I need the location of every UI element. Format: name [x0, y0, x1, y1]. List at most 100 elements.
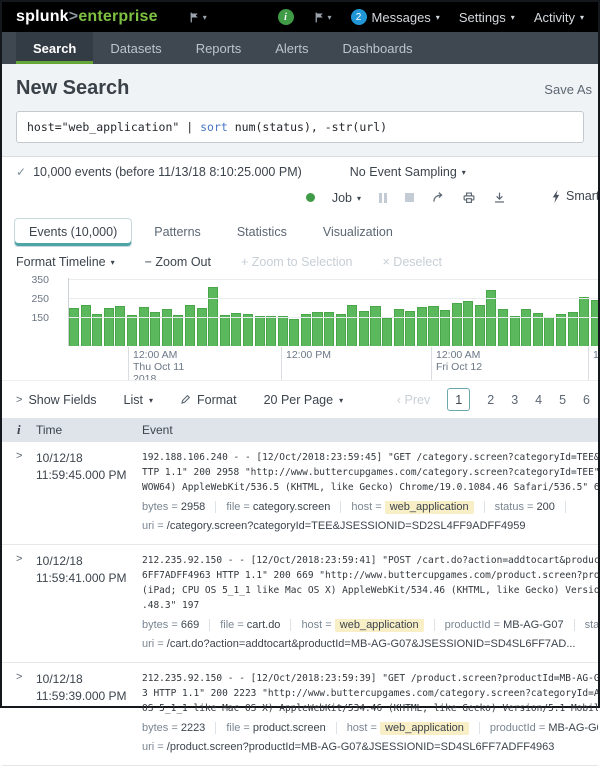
- timeline-bar[interactable]: [92, 314, 102, 346]
- format-menu[interactable]: Format: [180, 393, 237, 407]
- timeline-bar[interactable]: [544, 317, 554, 346]
- settings-menu[interactable]: Settings ▾: [459, 10, 515, 25]
- event-raw-text[interactable]: 212.235.92.150 - - [12/Oct/2018:23:59:41…: [142, 553, 598, 568]
- smart-mode-menu[interactable]: Smart Mode▾: [551, 189, 598, 203]
- timeline-bar[interactable]: [266, 316, 276, 346]
- timeline-bar[interactable]: [394, 309, 404, 346]
- timeline-bar[interactable]: [139, 307, 149, 346]
- event-raw-text[interactable]: (iPad; CPU OS 5_1_1 like Mac OS X) Apple…: [142, 583, 598, 598]
- field-value-productId[interactable]: MB-AG-G07: [503, 619, 564, 631]
- field-file[interactable]: file = product.screen: [226, 722, 336, 734]
- timeline-bar[interactable]: [452, 303, 462, 346]
- page-button-6[interactable]: 6: [583, 393, 590, 407]
- timeline-bar[interactable]: [533, 313, 543, 346]
- pennant-icon[interactable]: ▾: [188, 11, 207, 24]
- timeline-bar[interactable]: [104, 308, 114, 346]
- timeline-bar[interactable]: [81, 305, 91, 346]
- field-value-bytes[interactable]: 2958: [181, 501, 205, 513]
- field-host[interactable]: host = web_application: [351, 501, 484, 513]
- timeline-bar[interactable]: [220, 315, 230, 346]
- timeline-bar[interactable]: [347, 305, 357, 346]
- timeline-bar[interactable]: [591, 300, 598, 346]
- event-raw-text[interactable]: WOW64) AppleWebKit/536.5 (KHTML, like Ge…: [142, 480, 598, 495]
- timeline-bar[interactable]: [243, 314, 253, 346]
- event-raw-text[interactable]: OS 5_1_1 like Mac OS X) AppleWebKit/534.…: [142, 701, 598, 716]
- field-value-status[interactable]: 200: [536, 501, 554, 513]
- result-tab-patterns[interactable]: Patterns: [140, 219, 215, 246]
- page-button-1[interactable]: 1: [447, 388, 470, 411]
- field-host[interactable]: host = web_application: [301, 619, 434, 631]
- timeline-bar[interactable]: [255, 316, 265, 346]
- zoom-out-button[interactable]: − Zoom Out: [145, 255, 211, 269]
- activity-menu[interactable]: Activity ▾: [534, 10, 584, 25]
- field-value-uri[interactable]: /cart.do?action=addtocart&productId=MB-A…: [167, 638, 576, 650]
- field-bytes[interactable]: bytes = 2958: [142, 501, 216, 513]
- field-value-bytes[interactable]: 2223: [181, 722, 205, 734]
- expand-chevron-icon[interactable]: >: [16, 671, 22, 683]
- field-file[interactable]: file = cart.do: [220, 619, 291, 631]
- timeline-bar[interactable]: [556, 314, 566, 346]
- format-timeline-menu[interactable]: Format Timeline▾: [16, 255, 115, 269]
- event-raw-text[interactable]: 3 HTTP 1.1" 200 2223 "http://www.butterc…: [142, 686, 598, 701]
- app-nav-item-datasets[interactable]: Datasets: [93, 32, 178, 64]
- expand-chevron-icon[interactable]: >: [16, 553, 22, 565]
- field-value-productId[interactable]: MB-AG-G07: [548, 722, 598, 734]
- app-nav-item-reports[interactable]: Reports: [179, 32, 259, 64]
- field-bytes[interactable]: bytes = 669: [142, 619, 210, 631]
- field-productId[interactable]: productId = MB-AG-G07: [445, 619, 575, 631]
- event-raw-text[interactable]: TTP 1.1" 200 2958 "http://www.buttercupg…: [142, 465, 598, 480]
- event-timeline-chart[interactable]: 35025015012:00 AMThu Oct 11201812:00 PM1…: [2, 278, 598, 380]
- field-bytes[interactable]: bytes = 2223: [142, 722, 216, 734]
- field-value-file[interactable]: cart.do: [247, 619, 281, 631]
- timeline-bar[interactable]: [463, 301, 473, 346]
- app-nav-item-alerts[interactable]: Alerts: [258, 32, 325, 64]
- field-value-uri[interactable]: /product.screen?productId=MB-AG-G07&JSES…: [167, 741, 555, 753]
- deselect-button[interactable]: × Deselect: [383, 255, 442, 269]
- save-as-button[interactable]: Save As: [544, 82, 592, 97]
- field-value-bytes[interactable]: 669: [181, 619, 199, 631]
- prev-page-button[interactable]: ‹ Prev: [397, 393, 430, 407]
- timeline-bar[interactable]: [475, 305, 485, 346]
- page-button-2[interactable]: 2: [487, 393, 494, 407]
- timeline-bar[interactable]: [127, 315, 137, 346]
- result-tab-events[interactable]: Events (10,000): [14, 218, 132, 247]
- timeline-bar[interactable]: [370, 306, 380, 346]
- field-value-host[interactable]: web_application: [335, 619, 424, 632]
- field-value-host[interactable]: web_application: [380, 722, 469, 735]
- event-raw-text[interactable]: 212.235.92.150 - - [12/Oct/2018:23:59:39…: [142, 671, 598, 686]
- event-uri-field[interactable]: uri = /category.screen?categoryId=TEE&JS…: [142, 520, 598, 538]
- show-fields-toggle[interactable]: > Show Fields: [16, 393, 97, 407]
- result-tab-visualization[interactable]: Visualization: [309, 219, 407, 246]
- timeline-bar[interactable]: [417, 307, 427, 346]
- pennant-icon[interactable]: ▾: [313, 11, 332, 24]
- field-status[interactable]: status = 200: [495, 501, 566, 513]
- stop-button[interactable]: [405, 193, 414, 202]
- timeline-bar[interactable]: [510, 316, 520, 346]
- pause-button[interactable]: [378, 193, 388, 203]
- field-status[interactable]: status =: [585, 619, 598, 631]
- page-button-4[interactable]: 4: [535, 393, 542, 407]
- field-value-file[interactable]: category.screen: [253, 501, 330, 513]
- page-button-3[interactable]: 3: [511, 393, 518, 407]
- download-button[interactable]: [493, 191, 506, 204]
- list-view-menu[interactable]: List▾: [124, 393, 153, 407]
- expand-chevron-icon[interactable]: >: [16, 450, 22, 462]
- event-sampling-menu[interactable]: No Event Sampling▾: [350, 165, 466, 179]
- messages-menu[interactable]: 2 Messages ▾: [351, 9, 440, 25]
- splunk-logo[interactable]: splunk>enterprise: [16, 8, 158, 26]
- event-raw-text[interactable]: 6FF7ADFF4963 HTTP 1.1" 200 669 "http://w…: [142, 568, 598, 583]
- timeline-bar[interactable]: [301, 314, 311, 346]
- timeline-bar[interactable]: [579, 297, 589, 346]
- share-button[interactable]: [431, 191, 445, 204]
- timeline-bar[interactable]: [498, 309, 508, 346]
- field-value-host[interactable]: web_application: [385, 501, 474, 514]
- timeline-bar[interactable]: [69, 308, 79, 346]
- field-host[interactable]: host = web_application: [347, 722, 480, 734]
- timeline-bar[interactable]: [115, 306, 125, 346]
- app-nav-item-dashboards[interactable]: Dashboards: [325, 32, 429, 64]
- info-badge[interactable]: i: [278, 9, 294, 25]
- timeline-bar[interactable]: [382, 318, 392, 346]
- timeline-bar[interactable]: [336, 314, 346, 346]
- result-tab-statistics[interactable]: Statistics: [223, 219, 301, 246]
- event-uri-field[interactable]: uri = /cart.do?action=addtocart&productI…: [142, 638, 598, 656]
